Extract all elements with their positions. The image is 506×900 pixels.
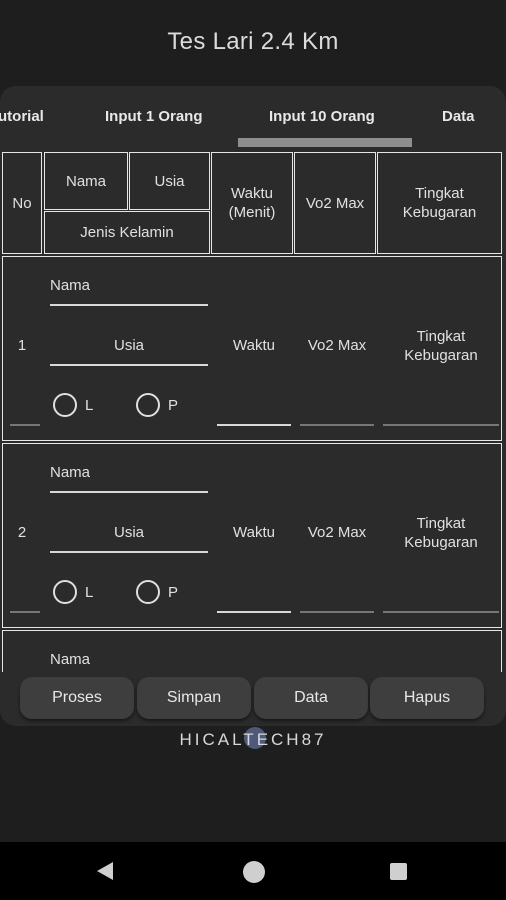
tab-data[interactable]: Data [442,108,475,125]
usia-input[interactable]: Usia [50,336,208,355]
vo2max-output: Vo2 Max [307,524,367,541]
data-button[interactable]: Data [254,677,368,719]
radio-l[interactable] [53,580,77,604]
usia-underline [50,364,208,366]
back-icon[interactable] [97,862,113,880]
radio-p-label: P [168,584,179,601]
tingkat-output: Tingkat Kebugaran [404,515,478,551]
no-underline [10,611,40,613]
header-vo2max: Vo2 Max [294,152,376,254]
system-nav-bar [0,842,506,900]
nama-input[interactable]: Nama [50,650,100,669]
usia-underline [50,551,208,553]
waktu-input[interactable]: Waktu [216,523,292,542]
input-table[interactable]: No Nama Usia Jenis Kelamin Waktu (Menit)… [2,152,502,672]
radio-l-label: L [85,397,94,414]
nama-input[interactable]: Nama [50,463,100,482]
vo2max-underline [300,611,374,613]
tab-bar: utorial Input 1 Orang Input 10 Orang Dat… [0,86,506,148]
simpan-button[interactable]: Simpan [137,677,251,719]
tingkat-underline [383,424,499,426]
active-tab-indicator [238,138,412,147]
radio-l[interactable] [53,393,77,417]
tab-input-1-orang[interactable]: Input 1 Orang [105,108,203,125]
nama-underline [50,491,208,493]
tingkat-output: Tingkat Kebugaran [404,328,478,364]
radio-p[interactable] [136,393,160,417]
recent-apps-icon[interactable] [390,863,407,880]
home-icon[interactable] [243,861,265,883]
vo2max-output: Vo2 Max [307,337,367,354]
header-no: No [2,152,42,254]
nama-input[interactable]: Nama [50,276,100,295]
header-usia: Usia [129,152,210,210]
header-nama: Nama [44,152,128,210]
row-number: 1 [17,337,27,354]
tab-tutorial[interactable]: utorial [0,108,44,125]
brand-label: HICALTECH87 [179,730,327,749]
main-panel: utorial Input 1 Orang Input 10 Orang Dat… [0,86,506,726]
radio-p-label: P [168,397,179,414]
usia-input[interactable]: Usia [50,523,208,542]
header-waktu: Waktu (Menit) [211,152,293,254]
nama-underline [50,304,208,306]
tingkat-underline [383,611,499,613]
radio-p[interactable] [136,580,160,604]
header-jenis-kelamin: Jenis Kelamin [44,211,210,254]
hapus-button[interactable]: Hapus [370,677,484,719]
app-title: Tes Lari 2.4 Km [167,28,339,55]
action-buttons: Proses Simpan Data Hapus [20,677,486,719]
proses-button[interactable]: Proses [20,677,134,719]
waktu-underline [217,611,291,613]
header-tingkat-kebugaran: Tingkat Kebugaran [377,152,502,254]
no-underline [10,424,40,426]
waktu-input[interactable]: Waktu [216,336,292,355]
vo2max-underline [300,424,374,426]
row-number: 2 [17,524,27,541]
waktu-underline [217,424,291,426]
radio-l-label: L [85,584,94,601]
tab-input-10-orang[interactable]: Input 10 Orang [269,108,375,125]
